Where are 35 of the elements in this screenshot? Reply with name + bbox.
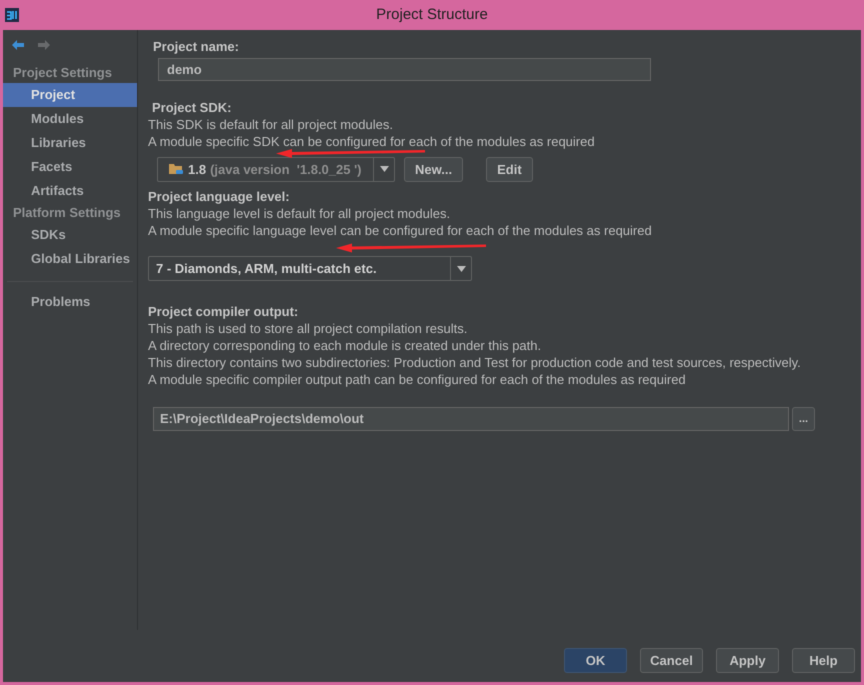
back-arrow-icon[interactable] <box>11 39 25 51</box>
folder-icon <box>168 162 184 176</box>
app-logo-icon <box>4 7 20 23</box>
section-header: Project Settings <box>12 64 113 82</box>
dialog-button[interactable]: OK <box>564 648 627 672</box>
window-title: Project Structure <box>376 6 488 23</box>
sidebar-item[interactable]: Modules <box>3 107 137 131</box>
sidebar-item[interactable]: Project <box>3 83 137 107</box>
sidebar-item[interactable]: Artifacts <box>3 179 137 203</box>
browse-button[interactable]: ... <box>792 407 815 431</box>
sidebar-item[interactable]: Problems <box>3 290 137 314</box>
project-name-field[interactable]: demo <box>158 58 651 81</box>
sidebar-item[interactable]: SDKs <box>3 223 137 247</box>
description-text: This language level is default for all project modules. <box>148 205 452 222</box>
section-label: Project SDK: <box>152 99 232 116</box>
sidebar-item[interactable]: Libraries <box>3 131 137 155</box>
dialog-button[interactable]: Help <box>792 648 855 672</box>
description-text: This directory contains two subdirectories: Production and Test for production code and test sources, respectively. <box>148 354 802 371</box>
edit-button[interactable]: Edit <box>486 156 533 182</box>
output-path-field[interactable]: E:\Project\IdeaProjects\demo\out <box>153 407 789 431</box>
section-header: Platform Settings <box>12 204 122 222</box>
section-label: Project language level: <box>148 188 291 205</box>
section-label: Project compiler output: <box>148 303 300 320</box>
section-label: Project name: <box>153 38 240 55</box>
description-text: A module specific SDK can be configured for each of the modules as required <box>148 133 596 150</box>
dialog-button[interactable]: Apply <box>716 648 779 672</box>
sidebar-item[interactable]: Facets <box>3 155 137 179</box>
description-text: This SDK is default for all project modules. <box>148 116 394 133</box>
sidebar-item[interactable]: Global Libraries <box>3 247 137 271</box>
description-text: A module specific language level can be configured for each of the modules as required <box>148 222 653 239</box>
new-button[interactable]: New... <box>404 156 464 182</box>
dialog-button[interactable]: Cancel <box>640 648 703 672</box>
description-text: This path is used to store all project compilation results. <box>148 320 468 337</box>
description-text: A module specific compiler output path can be configured for each of the modules as required <box>148 371 687 388</box>
description-text: A directory corresponding to each module is created under this path. <box>148 337 542 354</box>
